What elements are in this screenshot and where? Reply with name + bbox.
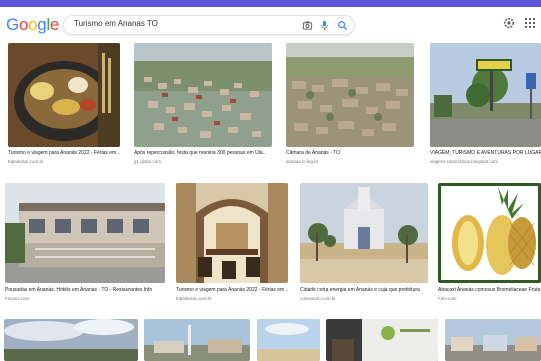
result-thumbnail-restaurant-interior[interactable] [176, 183, 288, 283]
result-thumbnail-food[interactable] [8, 43, 120, 147]
result-source: tripadvisor.com.br [176, 296, 212, 301]
image-result[interactable]: Pousadas em Ananás, Hotéis em Ananás - T… [5, 183, 165, 305]
result-caption[interactable]: Turismo e viagem para Ananás 2022 - Féri… [176, 287, 288, 293]
image-result[interactable]: Turismo e viagem para Ananás 2022 - Féri… [176, 183, 288, 305]
image-result[interactable] [4, 319, 138, 361]
result-source: viagens.carsecheria.blogspot.com [430, 159, 499, 164]
result-caption[interactable]: Câmara de Ananás - TO [286, 150, 414, 156]
result-thumbnail-houses[interactable] [445, 319, 541, 361]
image-result[interactable]: Cidade corta energia em Ananás e cuja qu… [300, 183, 428, 305]
result-thumbnail-pineapple[interactable] [438, 183, 541, 283]
result-thumbnail-town-sign[interactable] [430, 43, 541, 147]
search-input[interactable]: Turismo em Ananas TO [63, 15, 355, 35]
camera-search-icon[interactable] [302, 20, 313, 31]
result-caption[interactable]: Abacaxi Ananás comosus Bromeliaceae Frut… [438, 287, 541, 293]
result-caption[interactable]: Turismo e viagem para Ananás 2022 - Féri… [8, 150, 120, 156]
result-thumbnail-aerial-city[interactable] [286, 43, 414, 147]
logo-letter: e [49, 15, 60, 34]
result-thumbnail-street[interactable] [144, 319, 250, 361]
google-images-page: Google Turismo em Ananas TO Turismo e vi… [0, 7, 541, 361]
image-result[interactable]: Após repercussão, festa que reuniria 300… [134, 43, 272, 167]
result-source: tripadvisor.com.br [8, 159, 44, 164]
logo-letter: G [6, 15, 19, 34]
result-caption[interactable]: VIAGEM, TURISMO E AVENTURAS POR LUGARES [430, 150, 541, 156]
logo-letter: o [18, 15, 29, 34]
result-thumbnail-aerial-town[interactable] [134, 43, 272, 147]
image-result[interactable]: Abacaxi Ananás comosus Bromeliaceae Frut… [438, 183, 541, 305]
image-result[interactable] [445, 319, 541, 361]
result-caption[interactable]: Pousadas em Ananás, Hotéis em Ananás - T… [5, 287, 165, 293]
result-caption[interactable]: Após repercussão, festa que reuniria 300… [134, 150, 272, 156]
image-result[interactable] [326, 319, 438, 361]
search-icon[interactable] [337, 20, 348, 31]
result-source: g1.globo.com [134, 159, 162, 164]
image-result[interactable]: Turismo e viagem para Ananás 2022 - Féri… [8, 43, 120, 167]
settings-icon[interactable] [503, 17, 515, 29]
search-query-text[interactable]: Turismo em Ananas TO [74, 19, 158, 28]
image-result[interactable]: VIAGEM, TURISMO E AVENTURAS POR LUGARES … [430, 43, 541, 167]
result-thumbnail-sign-board[interactable] [326, 319, 438, 361]
image-result[interactable] [144, 319, 250, 361]
result-thumbnail-sky-landscape[interactable] [4, 319, 138, 361]
result-thumbnail-church-square[interactable] [300, 183, 428, 283]
microphone-icon[interactable] [319, 20, 330, 31]
google-logo[interactable]: Google [6, 15, 59, 35]
search-header: Google Turismo em Ananas TO [0, 7, 541, 43]
apps-grid-icon[interactable] [524, 17, 536, 29]
result-source: Ficouni.com [5, 296, 30, 301]
result-source: conexaoto.com.br [300, 296, 336, 301]
result-caption[interactable]: Cidade corta energia em Ananás e cuja qu… [300, 287, 428, 293]
result-thumbnail-hotel-building[interactable] [5, 183, 165, 283]
logo-letter: o [28, 15, 38, 34]
result-source: Folo.com [438, 296, 457, 301]
result-thumbnail-beach[interactable] [257, 319, 320, 361]
image-result[interactable]: Câmara de Ananás - TO ananas.to.leg.br [286, 43, 414, 167]
image-results-grid: Turismo e viagem para Ananás 2022 - Féri… [0, 43, 541, 361]
image-result[interactable] [257, 319, 320, 361]
result-source: ananas.to.leg.br [286, 159, 319, 164]
